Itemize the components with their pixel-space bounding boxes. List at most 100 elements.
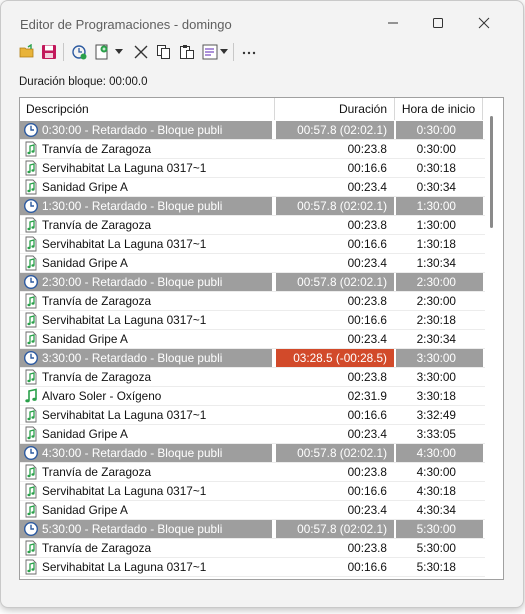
block-row[interactable]: 3:30:00 - Retardado - Bloque publi 03:28.… [20, 349, 485, 368]
cell-start-time: 4:30:18 [416, 484, 456, 498]
item-row[interactable]: Alvaro Soler - Oxígeno 02:31.9 3:30:18 [20, 387, 485, 406]
item-row[interactable]: Servihabitat La Laguna 0317~1 00:16.6 0:30… [20, 159, 485, 178]
block-row[interactable]: 2:30:00 - Retardado - Bloque publi 00:57.… [20, 273, 485, 292]
music-file-icon [25, 141, 37, 157]
item-row[interactable]: Tranvía de Zaragoza 00:23.8 2:30:00 [20, 292, 485, 311]
item-row[interactable]: Tranvía de Zaragoza 00:23.8 4:30:00 [20, 463, 485, 482]
chevron-down-icon[interactable] [115, 49, 123, 55]
clock-icon [23, 350, 39, 366]
save-button[interactable] [39, 42, 59, 62]
item-row[interactable]: Sanidad Gripe A 00:23.4 2:30:34 [20, 330, 485, 349]
add-file-icon [95, 44, 108, 60]
cell-description: 3:30:00 - Retardado - Bloque publi [20, 349, 272, 367]
item-row[interactable]: Sanidad Gripe A 00:23.4 0:30:34 [20, 178, 485, 197]
item-row[interactable]: Servihabitat La Laguna 0317~1 00:16.6 1:30… [20, 235, 485, 254]
toolbar [1, 41, 523, 65]
chevron-down-icon[interactable] [220, 49, 228, 55]
cell-duration: 00:23.4 [347, 256, 387, 270]
item-row[interactable]: Tranvía de Zaragoza 00:23.8 0:30:00 [20, 140, 485, 159]
item-row[interactable]: Servihabitat La Laguna 0317~1 00:16.6 5:30… [20, 558, 485, 577]
cell-duration: 00:23.4 [347, 503, 387, 517]
open-button[interactable] [17, 42, 37, 62]
cell-start-time: 2:30:00 [396, 273, 483, 291]
copy-button[interactable] [154, 42, 174, 62]
column-header-duration[interactable]: Duración [275, 98, 395, 120]
cell-start-time: 4:30:34 [416, 503, 456, 517]
item-row[interactable]: Servihabitat La Laguna 0317~1 00:16.6 4:30… [20, 482, 485, 501]
scrollbar-thumb[interactable] [490, 116, 493, 228]
open-folder-icon [19, 44, 34, 58]
cell-duration: 02:31.9 [347, 389, 387, 403]
delete-button[interactable] [131, 42, 151, 62]
cell-start-time: 0:30:34 [416, 180, 456, 194]
maximize-button[interactable] [420, 9, 456, 39]
cell-start-time: 1:30:00 [416, 218, 456, 232]
cell-start-time: 4:30:00 [396, 444, 483, 462]
block-row[interactable]: 4:30:00 - Retardado - Bloque publi 00:57.… [20, 444, 485, 463]
music-file-icon [25, 559, 37, 575]
item-row[interactable]: Servihabitat La Laguna 0317~1 00:16.6 2:30… [20, 311, 485, 330]
item-row[interactable]: Sanidad Gripe A 00:23.4 1:30:34 [20, 254, 485, 273]
cell-description: 2:30:00 - Retardado - Bloque publi [20, 273, 272, 291]
cell-duration: 00:57.8 (02:02.1) [276, 273, 394, 291]
list-header: Descripción Duración Hora de inicio [20, 98, 485, 120]
properties-button[interactable] [200, 42, 220, 62]
cell-start-time: 2:30:34 [416, 332, 456, 346]
cell-start-time: 1:30:00 [396, 197, 483, 215]
cell-description: Servihabitat La Laguna 0317~1 [42, 560, 207, 574]
block-row[interactable]: 5:30:00 - Retardado - Bloque publi 00:57.… [20, 520, 485, 539]
column-header-start-time[interactable]: Hora de inicio [395, 98, 483, 120]
cell-duration: 00:23.8 [347, 142, 387, 156]
close-button[interactable] [466, 9, 502, 39]
music-file-icon [25, 464, 37, 480]
clock-icon [23, 521, 39, 537]
close-icon [478, 17, 490, 29]
column-header-description[interactable]: Descripción [20, 98, 275, 120]
cell-start-time: 2:30:00 [416, 294, 456, 308]
item-row[interactable]: Tranvía de Zaragoza 00:23.8 5:30:00 [20, 539, 485, 558]
cell-duration: 00:57.8 (02:02.1) [276, 444, 394, 462]
item-row[interactable]: Sanidad Gripe A 00:23.4 3:33:05 [20, 425, 485, 444]
item-row[interactable]: Tranvía de Zaragoza 00:23.8 3:30:00 [20, 368, 485, 387]
add-item-button[interactable] [92, 42, 112, 62]
cell-start-time: 3:30:00 [416, 370, 456, 384]
cell-duration: 00:23.8 [347, 294, 387, 308]
cell-description: Sanidad Gripe A [42, 427, 128, 441]
minimize-button[interactable] [375, 9, 411, 39]
list-rows: 0:30:00 - Retardado - Bloque publi 00:57.… [20, 121, 485, 577]
block-row[interactable]: 1:30:00 - Retardado - Bloque publi 00:57.… [20, 197, 485, 216]
add-block-button[interactable] [69, 42, 89, 62]
cell-start-time: 1:30:18 [416, 237, 456, 251]
cell-duration: 00:23.8 [347, 370, 387, 384]
window-title: Editor de Programaciones - domingo [20, 17, 232, 32]
more-options-button[interactable] [239, 42, 259, 62]
cell-description: Tranvía de Zaragoza [42, 218, 152, 232]
music-file-icon [25, 502, 37, 518]
schedule-list[interactable]: Descripción Duración Hora de inicio 0:30… [19, 97, 504, 580]
cell-duration: 03:28.5 (-00:28.5) [276, 349, 394, 367]
cell-duration: 00:57.8 (02:02.1) [276, 520, 394, 538]
more-icon [242, 51, 256, 55]
paste-button[interactable] [177, 42, 197, 62]
music-file-icon [25, 160, 37, 176]
item-row[interactable]: Tranvía de Zaragoza 00:23.8 1:30:00 [20, 216, 485, 235]
item-row[interactable]: Sanidad Gripe A 00:23.4 4:30:34 [20, 501, 485, 520]
cell-description: Tranvía de Zaragoza [42, 370, 152, 384]
cell-description: Tranvía de Zaragoza [42, 294, 152, 308]
cell-duration: 00:16.6 [347, 560, 387, 574]
vertical-scrollbar[interactable] [487, 114, 497, 578]
save-icon [42, 45, 56, 59]
cell-duration: 00:23.8 [347, 218, 387, 232]
toolbar-separator [63, 43, 64, 61]
cell-duration: 00:16.6 [347, 237, 387, 251]
music-file-icon [25, 369, 37, 385]
maximize-icon [433, 18, 443, 28]
item-row[interactable]: Servihabitat La Laguna 0317~1 00:16.6 3:32… [20, 406, 485, 425]
cell-description: Tranvía de Zaragoza [42, 142, 152, 156]
block-row[interactable]: 0:30:00 - Retardado - Bloque publi 00:57.… [20, 121, 485, 140]
cell-duration: 00:16.6 [347, 161, 387, 175]
music-file-icon [25, 255, 37, 271]
cell-description: Sanidad Gripe A [42, 503, 128, 517]
cell-duration: 00:16.6 [347, 484, 387, 498]
music-note-icon [25, 388, 37, 403]
